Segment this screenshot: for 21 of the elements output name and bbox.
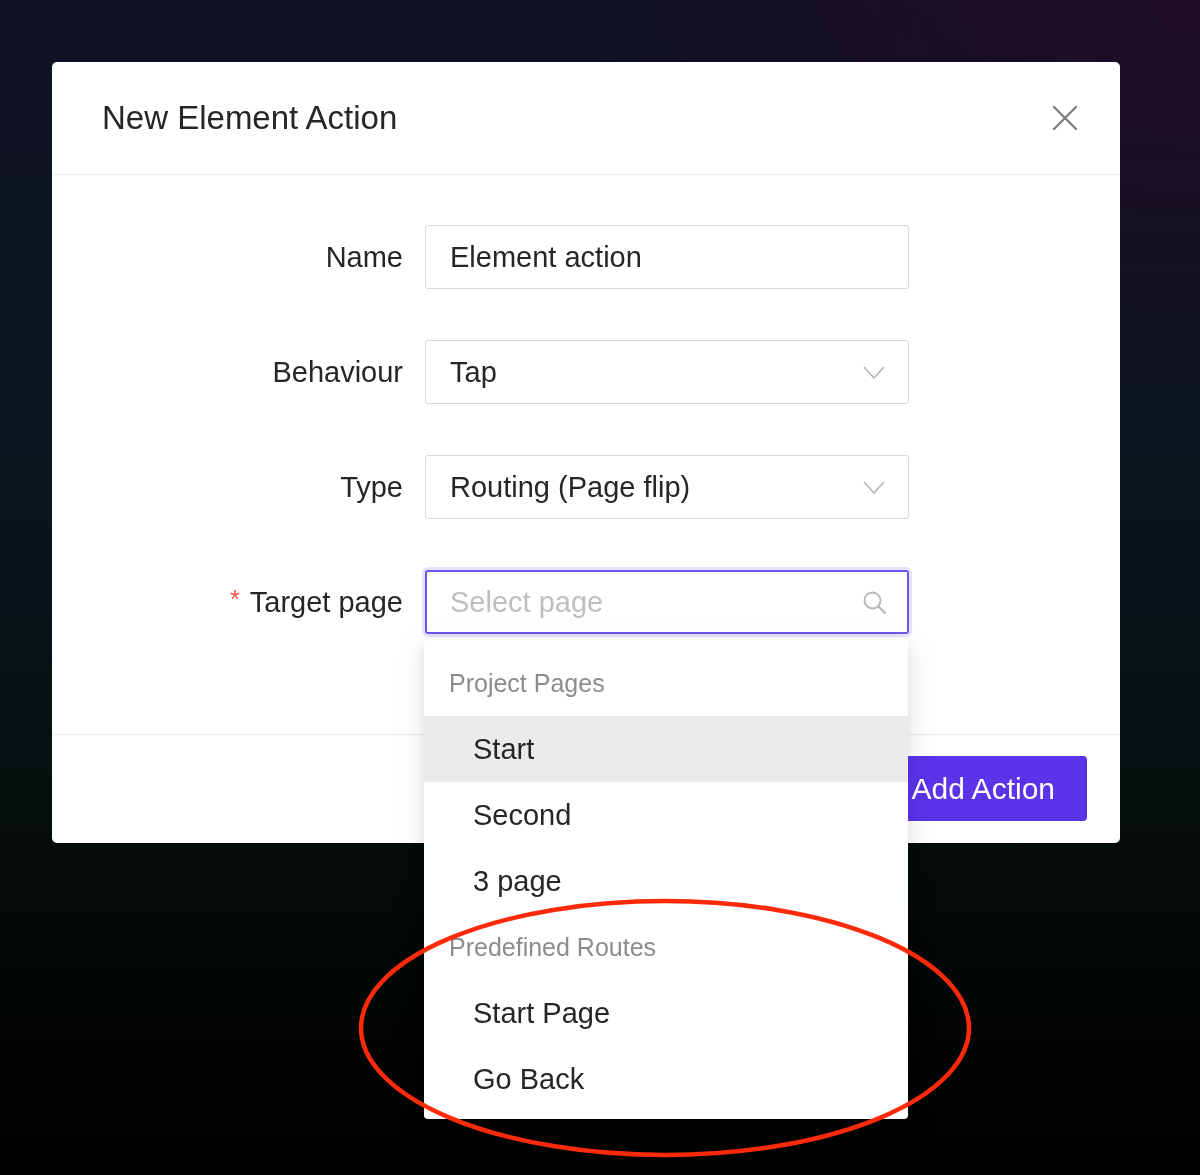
- dropdown-option[interactable]: Start Page: [424, 980, 908, 1046]
- select-field[interactable]: Tap: [425, 340, 909, 404]
- dialog-title: New Element Action: [102, 99, 398, 137]
- field-label: Target page: [249, 585, 403, 619]
- text-input[interactable]: Element action: [425, 225, 909, 289]
- field-label: Type: [340, 470, 403, 504]
- field-label: Behaviour: [272, 355, 403, 389]
- group-title: Predefined Routes: [449, 932, 657, 962]
- search-field[interactable]: Select page: [425, 570, 909, 634]
- dropdown-option[interactable]: Second: [424, 782, 908, 848]
- required-mark: *: [230, 584, 240, 614]
- field-label: Name: [325, 240, 403, 274]
- chevron-down-icon: [863, 480, 885, 494]
- select-field[interactable]: Routing (Page flip): [425, 455, 909, 519]
- close-icon[interactable]: [1052, 105, 1078, 131]
- dropdown-option[interactable]: Go Back: [424, 1046, 908, 1112]
- dropdown-option[interactable]: Start: [424, 716, 908, 782]
- search-icon: [863, 591, 886, 614]
- group-title: Project Pages: [449, 668, 605, 698]
- dropdown-option[interactable]: 3 page: [424, 848, 908, 914]
- chevron-down-icon: [863, 365, 885, 379]
